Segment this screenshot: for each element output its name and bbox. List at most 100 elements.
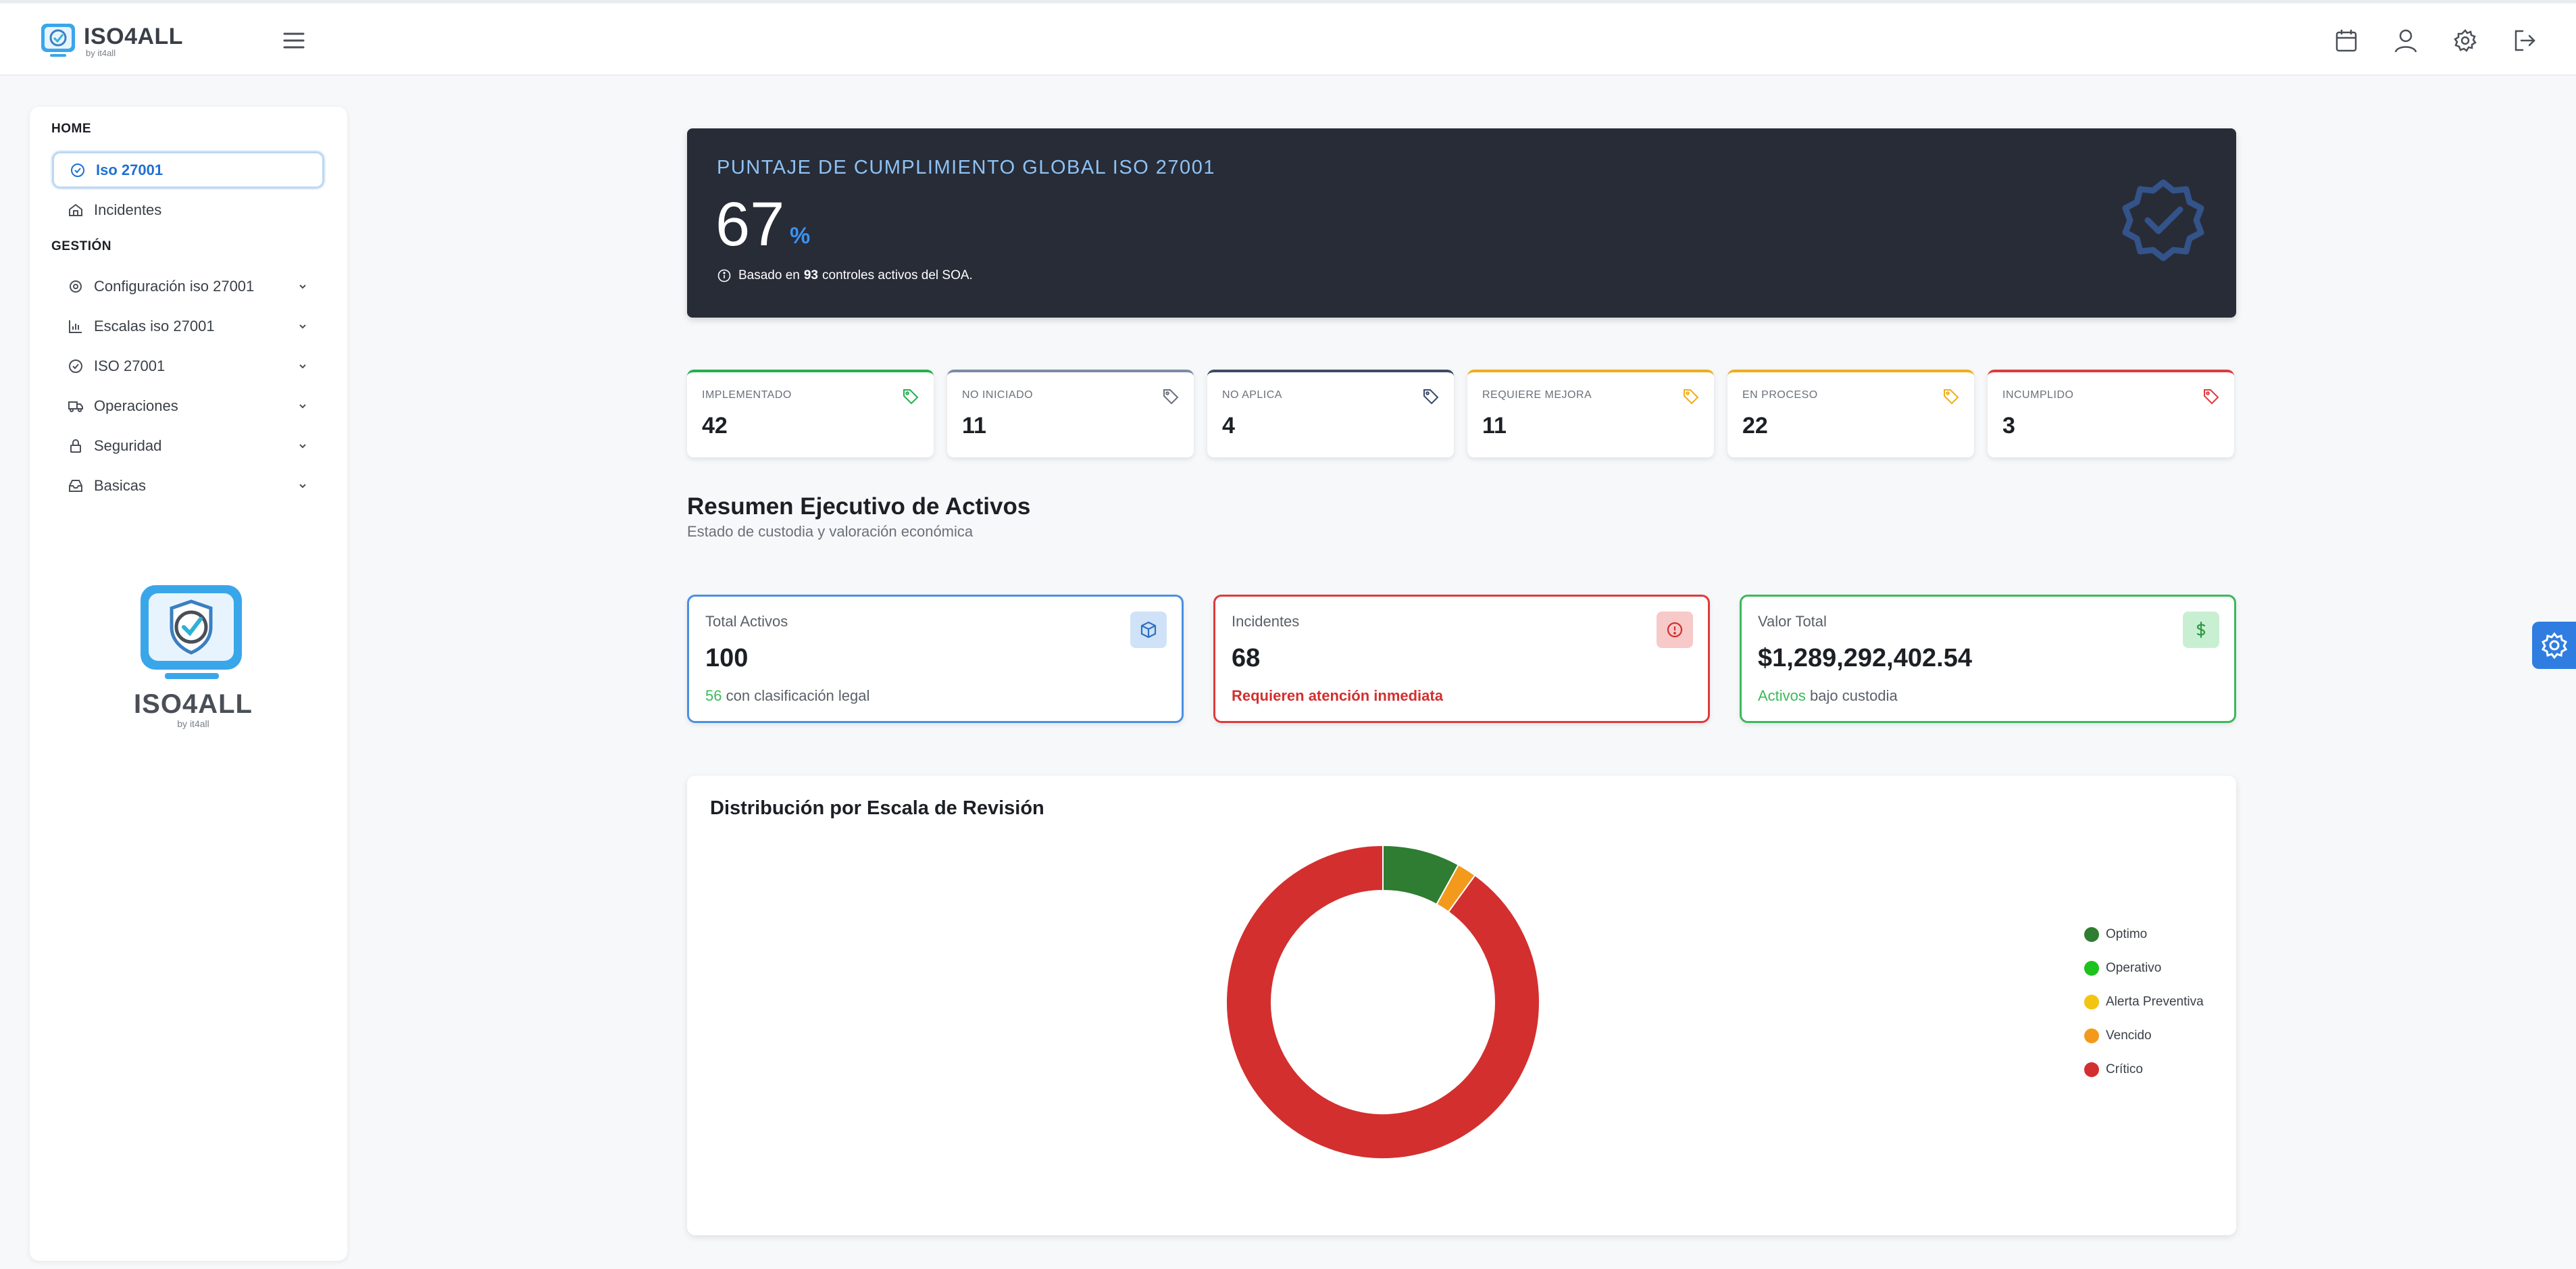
tag-icon — [2202, 387, 2221, 406]
stat-card-incumplido: INCUMPLIDO 3 — [1988, 370, 2234, 457]
footer-highlight: Activos — [1758, 687, 1806, 704]
sidebar-item-label: Escalas iso 27001 — [94, 317, 215, 334]
stat-label: IMPLEMENTADO — [702, 389, 792, 401]
sidebar-item-label: Configuración iso 27001 — [94, 277, 255, 295]
sidebar-item-incidentes[interactable]: Incidentes — [52, 191, 324, 228]
note-prefix: Basado en — [738, 268, 800, 282]
bar-chart-icon — [67, 318, 84, 335]
legend-item[interactable]: Vencido — [2084, 1019, 2204, 1053]
chart-title: Distribución por Escala de Revisión — [710, 797, 1044, 819]
alert-circle-icon — [1657, 612, 1693, 648]
truck-icon — [67, 397, 84, 415]
card-footer: Activos bajo custodia — [1758, 687, 1898, 705]
sidebar-item-iso-27001[interactable]: Iso 27001 — [52, 151, 324, 189]
legend-color-dot — [2084, 927, 2099, 942]
check-circle-icon — [69, 161, 86, 179]
card-value: $1,289,292,402.54 — [1758, 644, 1972, 672]
footer-highlight: 56 — [705, 687, 722, 704]
legend-item[interactable]: Crítico — [2084, 1053, 2204, 1087]
chevron-down-icon — [296, 479, 309, 493]
menu-toggle-icon[interactable] — [280, 26, 308, 55]
card-value: 68 — [1232, 644, 1261, 672]
lock-icon — [67, 437, 84, 455]
sidebar-item-label: Iso 27001 — [96, 161, 163, 178]
stat-value: 4 — [1222, 413, 1235, 439]
note-suffix: controles activos del SOA. — [822, 268, 973, 282]
card-footer: Requieren atención inmediata — [1232, 687, 1443, 704]
user-icon[interactable] — [2390, 25, 2421, 56]
tag-icon — [1421, 387, 1440, 406]
settings-gear-icon — [2539, 630, 2570, 661]
settings-gear-icon[interactable] — [2450, 25, 2481, 56]
chevron-down-icon — [296, 359, 309, 373]
sidebar-item-iso-27001-gestion[interactable]: ISO 27001 — [52, 347, 324, 384]
sidebar-item-label: ISO 27001 — [94, 357, 166, 374]
distribution-chart-card: Distribución por Escala de Revisión Opti… — [687, 776, 2236, 1235]
legend-color-dot — [2084, 1062, 2099, 1077]
calendar-icon[interactable] — [2331, 25, 2362, 56]
tag-icon — [1161, 387, 1180, 406]
legend-label: Operativo — [2106, 961, 2162, 975]
total-value-card: Valor Total $1,289,292,402.54 Activos ba… — [1740, 595, 2236, 723]
legend-item[interactable]: Optimo — [2084, 918, 2204, 951]
logout-icon[interactable] — [2509, 25, 2540, 56]
sidebar-logo-text: ISO4ALL — [134, 689, 253, 719]
brand-subtitle: by it4all — [86, 48, 116, 58]
chevron-down-icon — [296, 320, 309, 333]
info-icon — [717, 268, 732, 283]
gear-icon — [67, 278, 84, 295]
note-count: 93 — [803, 268, 818, 282]
sidebar-item-basicas[interactable]: Basicas — [52, 467, 324, 504]
stat-card-no-aplica: NO APLICA 4 — [1207, 370, 1454, 457]
verified-badge-icon — [2113, 174, 2214, 276]
sidebar-item-escalas[interactable]: Escalas iso 27001 — [52, 307, 324, 345]
sidebar-section-gestion: GESTIÓN — [51, 239, 112, 253]
sidebar-item-label: Seguridad — [94, 437, 162, 454]
chevron-down-icon — [296, 280, 309, 293]
footer-text: con clasificación legal — [726, 687, 870, 704]
legend-color-dot — [2084, 961, 2099, 976]
stat-label: INCUMPLIDO — [2002, 389, 2074, 401]
card-label: Total Activos — [705, 613, 788, 630]
sidebar: HOME Iso 27001 Incidentes GESTIÓN Config… — [30, 107, 347, 1261]
legend-label: Alerta Preventiva — [2106, 995, 2204, 1009]
donut-chart — [1226, 844, 1540, 1160]
stat-value: 42 — [702, 413, 728, 439]
card-footer: 56 con clasificación legal — [705, 687, 869, 705]
card-value: 100 — [705, 644, 749, 672]
sidebar-item-label: Operaciones — [94, 397, 178, 414]
summary-title: Resumen Ejecutivo de Activos — [687, 493, 1031, 520]
donut-slice-crítico[interactable] — [1226, 844, 1540, 1160]
legend-color-dot — [2084, 995, 2099, 1010]
legend-item[interactable]: Operativo — [2084, 951, 2204, 985]
stat-label: REQUIERE MEJORA — [1482, 389, 1592, 401]
tag-icon — [901, 387, 920, 406]
card-label: Valor Total — [1758, 613, 1827, 630]
incidents-card: Incidentes 68 Requieren atención inmedia… — [1213, 595, 1710, 723]
card-label: Incidentes — [1232, 613, 1300, 630]
check-circle-icon — [67, 357, 84, 375]
stat-value: 11 — [962, 413, 986, 439]
dollar-icon — [2183, 612, 2219, 648]
legend-item[interactable]: Alerta Preventiva — [2084, 985, 2204, 1019]
chevron-down-icon — [296, 439, 309, 453]
legend-color-dot — [2084, 1028, 2099, 1043]
sidebar-item-label: Basicas — [94, 476, 147, 494]
legend-label: Crítico — [2106, 1062, 2143, 1076]
legend-label: Optimo — [2106, 927, 2148, 941]
stat-card-no-iniciado: NO INICIADO 11 — [947, 370, 1194, 457]
top-navbar: ISO4ALL by it4all — [0, 3, 2576, 76]
stat-label: NO APLICA — [1222, 389, 1282, 401]
sidebar-item-operaciones[interactable]: Operaciones — [52, 387, 324, 424]
compliance-score-card: PUNTAJE DE CUMPLIMIENTO GLOBAL ISO 27001… — [687, 128, 2236, 318]
compliance-score-unit: % — [790, 223, 811, 249]
summary-subtitle: Estado de custodia y valoración económic… — [687, 523, 974, 540]
floating-settings-button[interactable] — [2532, 622, 2576, 669]
sidebar-item-seguridad[interactable]: Seguridad — [52, 427, 324, 464]
sidebar-item-configuracion[interactable]: Configuración iso 27001 — [52, 268, 324, 305]
compliance-score-value: 67 — [715, 190, 785, 259]
legend-label: Vencido — [2106, 1028, 2152, 1043]
compliance-score-title: PUNTAJE DE CUMPLIMIENTO GLOBAL ISO 27001 — [717, 157, 1215, 178]
chevron-down-icon — [296, 399, 309, 413]
brand-logo-icon[interactable] — [39, 22, 77, 59]
